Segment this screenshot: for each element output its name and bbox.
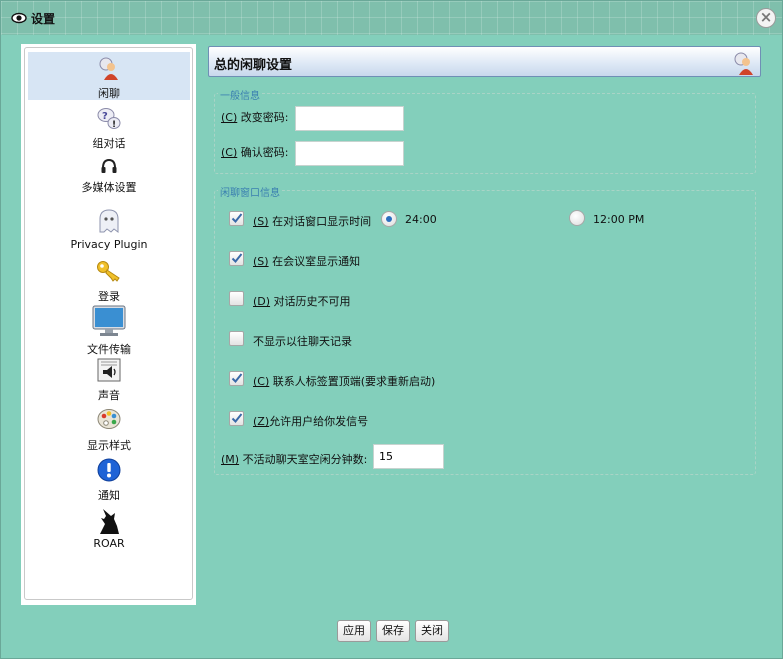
sidebar-item-label: 声音 [98,389,120,402]
change-password-input[interactable] [295,106,404,131]
show-time-label: (S) 在对话窗口显示时间 [253,215,372,228]
settings-window: 设置 × 闲聊 ? ! 组对话 多媒体设置 Privacy Plugin 登录 … [0,0,783,659]
history-unavailable-checkbox[interactable] [229,291,244,306]
sidebar-item-label: Privacy Plugin [70,238,148,251]
window-title: 设置 [31,12,56,26]
checkmark-icon [231,373,243,383]
ghost-icon [97,208,121,237]
sidebar-item-login[interactable]: 登录 [28,256,190,303]
eye-icon [11,10,27,26]
sidebar-item-privacy-plugin[interactable]: Privacy Plugin [28,206,190,252]
svg-text:?: ? [102,111,108,122]
sidebar-item-file-transfer[interactable]: 文件传输 [28,304,190,356]
chat-person-icon [97,56,121,83]
sidebar-item-chat[interactable]: 闲聊 [28,52,190,100]
sidebar-item-label: 多媒体设置 [81,181,137,194]
save-button[interactable]: 保存 [376,620,410,642]
checkmark-icon [231,253,243,263]
idle-minutes-label: (M) 不活动聊天室空闲分钟数: [221,453,368,466]
sidebar-item-sound[interactable]: 声音 [28,356,190,402]
time-24-radio[interactable] [381,211,397,227]
change-password-label: (C) 改变密码: [221,111,289,124]
key-icon [96,259,122,286]
apply-button[interactable]: 应用 [337,620,371,642]
close-window-button[interactable]: × [756,8,776,28]
sidebar-item-label: 文件传输 [87,343,131,356]
page-title: 总的闲聊设置 [214,58,293,73]
sidebar-item-label: 组对话 [92,137,126,150]
close-button[interactable]: 关闭 [415,620,449,642]
group-legend: 闲聊窗口信息 [218,184,282,199]
sidebar-item-label: 显示样式 [87,439,131,452]
time-12-label: 12:00 PM [593,213,645,226]
time-12-radio[interactable] [569,210,585,226]
sidebar-item-label: 登录 [98,290,120,303]
svg-text:!: ! [112,120,116,130]
chat-person-icon [732,51,756,78]
hide-history-label: 不显示以往聊天记录 [253,335,352,348]
sidebar: 闲聊 ? ! 组对话 多媒体设置 Privacy Plugin 登录 文件传输 … [24,47,193,600]
sidebar-item-display-style[interactable]: 显示样式 [28,406,190,452]
time-24-label: 24:00 [405,213,437,226]
room-notify-label: (S) 在会议室显示通知 [253,255,361,268]
allow-buzz-checkbox[interactable] [229,411,244,426]
wolf-icon [97,507,121,538]
group-chat-icon: ? ! [97,106,121,133]
sidebar-panel: 闲聊 ? ! 组对话 多媒体设置 Privacy Plugin 登录 文件传输 … [21,44,196,605]
headset-icon [100,158,118,179]
palette-icon [97,408,121,433]
sidebar-item-notification[interactable]: 通知 [28,456,190,502]
group-legend: 一般信息 [218,87,262,102]
confirm-password-input[interactable] [295,141,404,166]
confirm-password-label: (C) 确认密码: [221,146,289,159]
sidebar-item-multimedia[interactable]: 多媒体设置 [28,156,190,200]
sidebar-item-label: 通知 [98,489,120,502]
section-header: 总的闲聊设置 [208,46,761,77]
info-icon [97,458,121,485]
checkmark-icon [231,413,243,423]
sidebar-item-label: ROAR [93,537,125,550]
sound-icon [97,358,121,385]
sidebar-item-group-chat[interactable]: ? ! 组对话 [28,104,190,150]
idle-minutes-input[interactable] [373,444,444,469]
show-time-checkbox[interactable] [229,211,244,226]
allow-buzz-label: (Z)允许用户给你发信号 [253,415,369,428]
title-bar[interactable]: 设置 × [1,1,782,35]
checkmark-icon [231,213,243,223]
sidebar-item-label: 闲聊 [98,87,120,100]
sidebar-item-roar[interactable]: ROAR [28,506,190,552]
room-notify-checkbox[interactable] [229,251,244,266]
contact-tab-top-checkbox[interactable] [229,371,244,386]
history-unavailable-label: (D) 对话历史不可用 [253,295,351,308]
contact-tab-top-label: (C) 联系人标签置顶端(要求重新启动) [253,375,436,388]
monitor-icon [92,305,126,340]
radio-selected-dot [386,216,392,222]
hide-history-checkbox[interactable] [229,331,244,346]
